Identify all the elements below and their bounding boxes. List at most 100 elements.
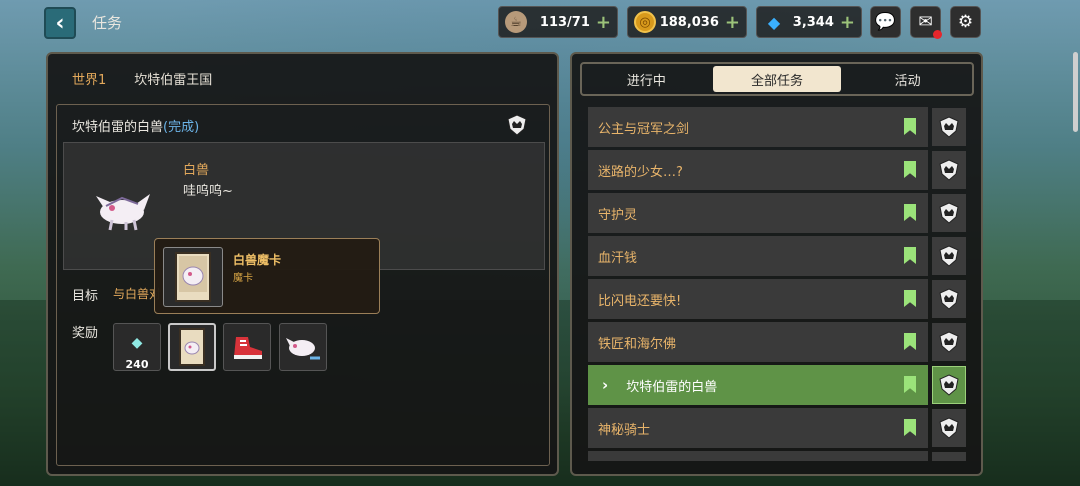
quest-shield-button[interactable]: [932, 194, 966, 232]
quest-row[interactable]: 血汗钱: [588, 236, 968, 276]
quest-name: 比闪电还要快!: [598, 293, 682, 309]
red-sneaker-icon: [234, 337, 262, 359]
reward-sneaker[interactable]: [223, 323, 271, 371]
stamina-value: 113/71: [539, 14, 590, 30]
bookmark-icon: [904, 376, 916, 393]
chevron-left-icon: ‹: [55, 10, 65, 36]
tooltip-item-name: 白兽魔卡: [233, 253, 282, 267]
quest-row-main[interactable]: 神秘骑士: [588, 408, 928, 448]
bookmark-icon: [904, 161, 916, 178]
quest-shield-button[interactable]: [932, 237, 966, 275]
quest-row[interactable]: 守护灵: [588, 193, 968, 233]
tooltip-item-type: 魔卡: [233, 273, 253, 284]
monster-card-icon: [175, 252, 211, 302]
quest-row-selected[interactable]: › 坎特伯雷的白兽: [588, 365, 968, 405]
add-crystal-button[interactable]: +: [840, 12, 855, 33]
item-tooltip: 白兽魔卡 魔卡: [154, 238, 380, 314]
quest-name: 迷路的少女…?: [598, 164, 683, 180]
bookmark-icon: [904, 204, 916, 221]
monster-card-icon: [179, 328, 205, 366]
tab-all-quests[interactable]: 全部任务: [712, 66, 842, 92]
quest-row-main[interactable]: › 坎特伯雷的白兽: [588, 365, 928, 405]
crown-shield-icon: [939, 202, 959, 224]
quest-row-main[interactable]: 比闪电还要快!: [588, 279, 928, 319]
bookmark-icon: [904, 118, 916, 135]
reward-label: 奖励: [72, 326, 99, 341]
reward-count: 240: [125, 358, 149, 371]
mail-button[interactable]: ✉: [910, 6, 942, 39]
quest-shield-button[interactable]: [932, 323, 966, 361]
quest-row[interactable]: 比闪电还要快!: [588, 279, 968, 319]
meso-value: 188,036: [659, 14, 719, 30]
quest-row[interactable]: 铁匠和海尔佛: [588, 322, 968, 362]
back-button[interactable]: ‹: [44, 7, 76, 39]
quest-title-text: 坎特伯雷的白兽: [72, 120, 164, 135]
bookmark-icon: [904, 333, 916, 350]
bookmark-icon: [904, 419, 916, 436]
settings-button[interactable]: ⚙: [950, 6, 981, 38]
notification-dot: [933, 30, 942, 39]
quest-row-main[interactable]: 守护灵: [588, 193, 928, 233]
quest-row-main[interactable]: 公主与冠军之剑: [588, 107, 928, 147]
gear-icon: ⚙: [957, 12, 974, 32]
add-meso-button[interactable]: +: [725, 12, 740, 33]
quest-shield-button[interactable]: [932, 280, 966, 318]
quest-row-main[interactable]: 铁匠和海尔佛: [588, 322, 928, 362]
quest-status: (完成): [163, 120, 200, 135]
reward-white-beast[interactable]: [279, 323, 327, 371]
blue-diamond-icon: ◆: [767, 12, 781, 32]
chevron-right-icon: ›: [602, 376, 609, 394]
reward-monster-card[interactable]: [168, 323, 216, 371]
quest-row[interactable]: 迷路的少女…?: [588, 150, 968, 190]
quest-shield-button[interactable]: [932, 151, 966, 189]
quest-shield-button[interactable]: [932, 108, 966, 146]
quest-row-main[interactable]: [588, 451, 928, 461]
crown-shield-icon: [939, 374, 959, 396]
mail-icon: ✉: [918, 12, 933, 32]
reward-crystal[interactable]: ◆ 240: [113, 323, 161, 371]
tab-events[interactable]: 活动: [843, 64, 972, 94]
chat-bubble-icon: 💬: [874, 12, 897, 32]
crown-shield-icon: [939, 417, 959, 439]
stamina-counter: ☕ 113/71 +: [498, 6, 618, 38]
page-title: 任务: [92, 14, 123, 32]
quest-row-main[interactable]: 血汗钱: [588, 236, 928, 276]
tooltip-card-image: [163, 247, 223, 307]
chat-button[interactable]: 💬: [870, 6, 901, 38]
crown-shield-icon: [504, 112, 530, 138]
crystal-shard-icon: ◆: [131, 335, 143, 351]
quest-row[interactable]: 公主与冠军之剑: [588, 107, 968, 147]
quest-row-main[interactable]: 迷路的少女…?: [588, 150, 928, 190]
quest-list: 公主与冠军之剑 迷路的少女…? 守护灵 血汗钱 比闪电还要快! 铁匠和海尔佛 ›…: [588, 106, 968, 461]
add-stamina-button[interactable]: +: [596, 12, 611, 33]
npc-dialog-line: 哇呜呜~: [183, 184, 233, 199]
quest-tabs: 进行中 全部任务 活动: [580, 62, 974, 96]
quest-row-partial[interactable]: [588, 451, 968, 461]
crown-shield-icon: [939, 116, 959, 138]
crystal-counter: ◆ 3,344 +: [756, 6, 862, 38]
quest-name: 血汗钱: [598, 250, 638, 266]
quest-title: 坎特伯雷的白兽(完成): [72, 116, 199, 135]
goal-label: 目标: [72, 289, 99, 304]
scrollbar[interactable]: [1073, 52, 1078, 132]
quest-name: 守护灵: [598, 207, 638, 223]
bookmark-icon: [904, 247, 916, 264]
quest-shield-button[interactable]: [932, 409, 966, 447]
tab-in-progress[interactable]: 进行中: [582, 64, 711, 94]
crown-shield-icon: [939, 331, 959, 353]
quest-row[interactable]: 神秘骑士: [588, 408, 968, 448]
white-beast-portrait: [92, 186, 156, 232]
crown-shield-icon: [939, 288, 959, 310]
quest-shield-button[interactable]: [932, 366, 966, 404]
world-label: 世界1: [72, 72, 107, 88]
crystal-value: 3,344: [792, 14, 834, 30]
quest-shield-button[interactable]: [932, 452, 966, 461]
region-label: 坎特伯雷王国: [134, 72, 213, 88]
quest-name: 铁匠和海尔佛: [598, 336, 677, 352]
location-header: 世界1 坎特伯雷王国: [55, 62, 551, 94]
quest-name: 坎特伯雷的白兽: [626, 379, 718, 395]
quest-name: 公主与冠军之剑: [598, 121, 690, 137]
white-beast-icon: [286, 338, 320, 360]
crown-shield-icon: [939, 245, 959, 267]
gold-coin-icon: ◎: [634, 11, 656, 33]
